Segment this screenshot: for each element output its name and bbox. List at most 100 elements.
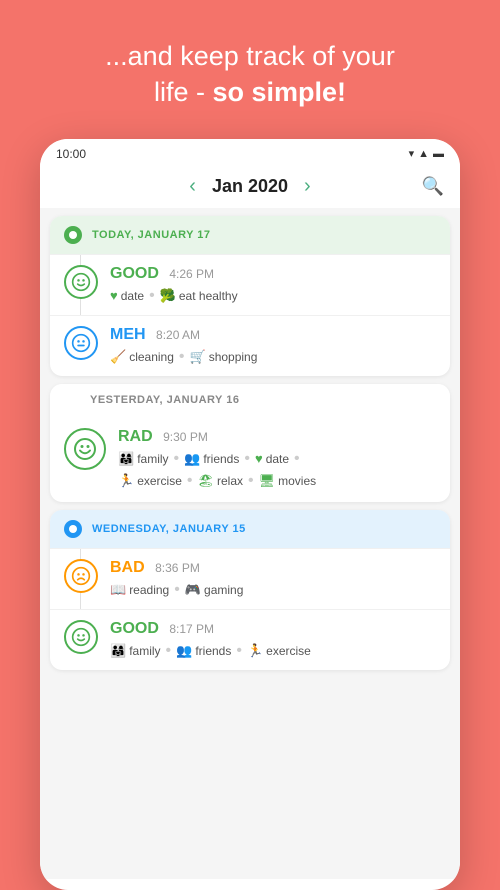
exercise-icon: 🏃 (118, 473, 134, 489)
friends-icon2: 👥 (176, 643, 192, 659)
cart-icon: 🛒 (190, 349, 206, 365)
header-line1: ...and keep track of your (105, 38, 395, 74)
next-month-button[interactable]: › (304, 175, 311, 198)
good-wed-time: 8:17 PM (169, 622, 214, 636)
wednesday-dot (64, 520, 82, 538)
rad-mood-line: RAD 9:30 PM (118, 428, 436, 446)
good-wed-tags: 👨‍👩‍👧 family • 👥 friends • 🏃 exercise (110, 642, 436, 660)
header-line2: life - so simple! (105, 74, 395, 110)
tag-friends2: 👥 friends (176, 643, 231, 659)
bad-label: BAD (110, 559, 145, 576)
month-nav: ‹ Jan 2020 › 🔍 (40, 165, 460, 208)
relax-icon: 🏖 (197, 473, 214, 489)
status-time: 10:00 (56, 147, 86, 161)
tag-shopping: 🛒 shopping (190, 349, 258, 365)
tag-date2: ♥ date (255, 451, 289, 466)
tag-movies: 🖥 movies (259, 473, 317, 489)
rad-entry-content: RAD 9:30 PM 👨‍👩‍👧 family • 👥 friends (118, 428, 436, 490)
entry-good-wed: GOOD 8:17 PM 👨‍👩‍👧 family • 👥 friends (50, 609, 450, 670)
tag-gaming: 🎮 gaming (185, 582, 244, 598)
tag-dot2: • (179, 348, 185, 366)
rad-mood-icon (64, 428, 106, 470)
month-title: Jan 2020 (212, 176, 288, 197)
header-line2-bold: so simple! (212, 77, 346, 107)
heart-icon2: ♥ (255, 451, 263, 466)
meh-label: MEH (110, 326, 146, 343)
bad-time: 8:36 PM (155, 561, 200, 575)
tag-friends2-label: friends (195, 644, 231, 658)
prev-month-button[interactable]: ‹ (189, 175, 196, 198)
cleaning-icon: 🧹 (110, 349, 126, 365)
status-icons: ▾ ▲ ▬ (409, 147, 444, 160)
yesterday-card: YESTERDAY, JANUARY 16 RAD 9:30 PM (50, 384, 450, 502)
today-header: TODAY, JANUARY 17 (50, 216, 450, 254)
tag-dot: • (149, 287, 155, 305)
gaming-icon: 🎮 (185, 582, 201, 598)
tag-family2: 👨‍👩‍👧 family (110, 643, 161, 659)
tag-family-label: family (137, 452, 168, 466)
tag-family2-label: family (129, 644, 160, 658)
wednesday-dot-inner (69, 525, 77, 533)
phone-mockup: 10:00 ▾ ▲ ▬ ‹ Jan 2020 › 🔍 TODAY, JANUAR… (40, 139, 460, 890)
tag-date2-label: date (266, 452, 289, 466)
good-time: 4:26 PM (169, 267, 214, 281)
tag-relax: 🏖 relax (197, 473, 243, 489)
rad-tags-row2: 🏃 exercise • 🏖 relax • 🖥 movies (118, 472, 436, 490)
wednesday-card: WEDNESDAY, JANUARY 15 BAD 8:36 PM (50, 510, 450, 670)
tag-eat-healthy-label: eat healthy (179, 289, 238, 303)
tag-friends-label: friends (203, 452, 239, 466)
tag-reading-label: reading (129, 583, 169, 597)
wifi-icon: ▾ (409, 147, 415, 160)
bad-mood-line: BAD 8:36 PM (110, 559, 436, 577)
good-wed-content: GOOD 8:17 PM 👨‍👩‍👧 family • 👥 friends (110, 620, 436, 660)
broccoli-icon: 🥦 (160, 288, 176, 304)
tag-exercise: 🏃 exercise (118, 473, 182, 489)
good-label: GOOD (110, 265, 159, 282)
rad-tags-row1: 👨‍👩‍👧 family • 👥 friends • ♥ date (118, 450, 436, 468)
rad-label: RAD (118, 428, 153, 445)
signal-icon: ▲ (418, 148, 429, 160)
scroll-content: TODAY, JANUARY 17 GOOD 4:26 PM (40, 208, 460, 879)
meh-tags: 🧹 cleaning • 🛒 shopping (110, 348, 436, 366)
status-bar: 10:00 ▾ ▲ ▬ (40, 139, 460, 165)
good-mood-icon-wed (64, 620, 98, 654)
bad-mood-icon (64, 559, 98, 593)
tag-reading: 📖 reading (110, 582, 169, 598)
search-button[interactable]: 🔍 (422, 176, 444, 197)
tag-cleaning-label: cleaning (129, 350, 174, 364)
meh-mood-line: MEH 8:20 AM (110, 326, 436, 344)
tag-relax-label: relax (217, 474, 243, 488)
meh-entry-content: MEH 8:20 AM 🧹 cleaning • 🛒 shopping (110, 326, 436, 366)
entry-meh-today: MEH 8:20 AM 🧹 cleaning • 🛒 shopping (50, 315, 450, 376)
today-card: TODAY, JANUARY 17 GOOD 4:26 PM (50, 216, 450, 376)
entry-bad: BAD 8:36 PM 📖 reading • 🎮 gaming (50, 548, 450, 609)
tag-cleaning: 🧹 cleaning (110, 349, 174, 365)
tag-friends: 👥 friends (184, 451, 239, 467)
rad-time: 9:30 PM (163, 430, 208, 444)
movies-icon: 🖥 (259, 473, 276, 489)
good-mood-icon (64, 265, 98, 299)
family-icon2: 👨‍👩‍👧 (110, 643, 126, 659)
reading-icon: 📖 (110, 582, 126, 598)
heart-icon: ♥ (110, 288, 118, 303)
today-label: TODAY, JANUARY 17 (92, 229, 211, 241)
tag-exercise2: 🏃 exercise (247, 643, 311, 659)
bad-tags: 📖 reading • 🎮 gaming (110, 581, 436, 599)
family-icon: 👨‍👩‍👧 (118, 451, 134, 467)
tag-shopping-label: shopping (209, 350, 258, 364)
tag-movies-label: movies (278, 474, 316, 488)
good-tags: ♥ date • 🥦 eat healthy (110, 287, 436, 305)
wednesday-header: WEDNESDAY, JANUARY 15 (50, 510, 450, 548)
friends-icon: 👥 (184, 451, 200, 467)
tag-exercise-label: exercise (137, 474, 182, 488)
meh-mood-icon (64, 326, 98, 360)
meh-time: 8:20 AM (156, 328, 200, 342)
tag-eat-healthy: 🥦 eat healthy (160, 288, 238, 304)
tag-date-label: date (121, 289, 144, 303)
yesterday-header: YESTERDAY, JANUARY 16 (50, 384, 450, 416)
tag-family: 👨‍👩‍👧 family (118, 451, 169, 467)
header-section: ...and keep track of your life - so simp… (75, 0, 425, 139)
exercise-icon2: 🏃 (247, 643, 263, 659)
tag-date: ♥ date (110, 288, 144, 303)
good-mood-line: GOOD 4:26 PM (110, 265, 436, 283)
